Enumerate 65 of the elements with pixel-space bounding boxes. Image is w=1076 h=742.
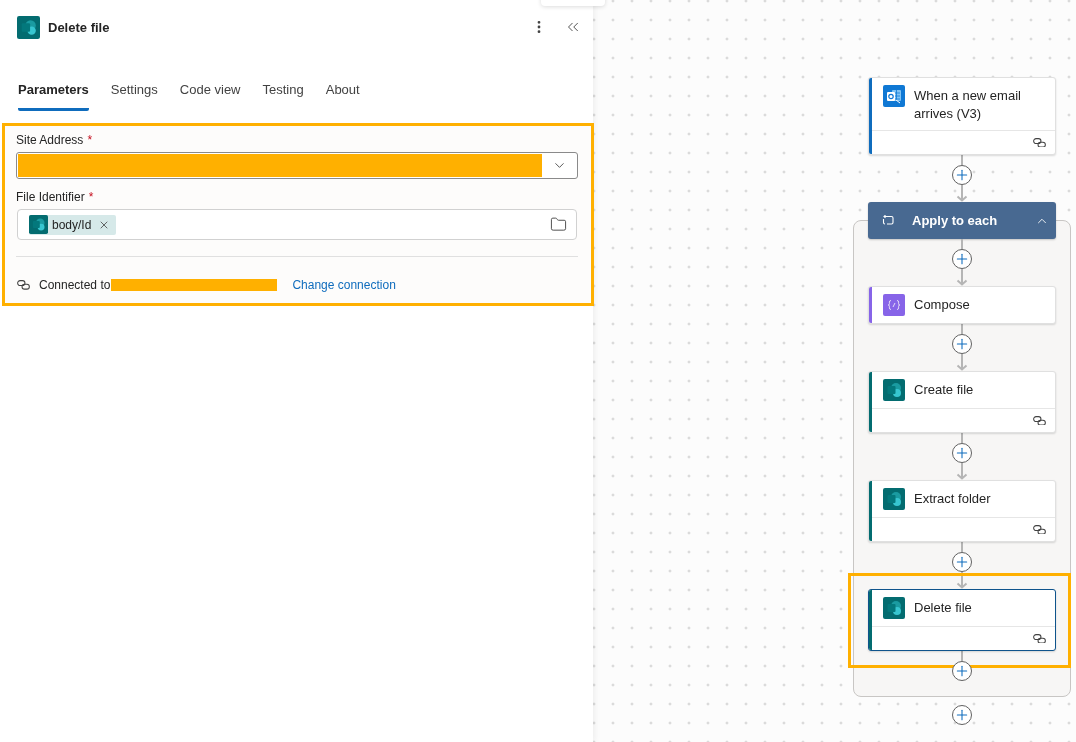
connector-line [961, 542, 963, 552]
plus-icon [954, 336, 970, 352]
connector-line [961, 155, 963, 165]
add-step-button[interactable] [952, 552, 972, 572]
required-mark: * [87, 132, 93, 148]
connector-line [961, 651, 963, 661]
add-step-button[interactable] [952, 705, 972, 725]
add-step-button[interactable] [952, 165, 972, 185]
tab[interactable]: Parameters [18, 80, 89, 111]
action-card[interactable]: When a new email arrives (V3) [868, 77, 1056, 155]
token-input-field[interactable]: body/Id [17, 209, 577, 240]
plus-icon [954, 707, 970, 723]
token-label: body/Id [52, 217, 92, 232]
plus-icon [954, 251, 970, 267]
connector-arrow [956, 185, 968, 202]
card-title: When a new email arrives (V3) [914, 87, 1022, 123]
field-label: File Identifier [16, 189, 85, 205]
action-card[interactable]: Delete file [868, 589, 1056, 651]
card-title: Extract folder [914, 490, 991, 508]
add-step-button[interactable] [952, 443, 972, 463]
card-title: Compose [914, 296, 970, 314]
connector-arrow [956, 269, 968, 286]
mail-logo-icon [883, 85, 905, 107]
connection-label: Connected to [39, 278, 111, 292]
folder-icon [549, 216, 567, 233]
connector-line [961, 324, 963, 334]
link-icon [1033, 524, 1046, 535]
link-icon [1033, 137, 1046, 148]
field-label: Site Address [16, 132, 84, 148]
plus-icon [954, 554, 970, 570]
plus-icon [954, 167, 970, 183]
tab[interactable]: Testing [262, 80, 304, 111]
logo-icon [883, 488, 905, 510]
connector-line [961, 239, 963, 249]
plus-icon [954, 663, 970, 679]
logo-icon [17, 15, 40, 39]
change-connection-link[interactable]: Change connection [292, 278, 396, 292]
connector-arrow [956, 354, 968, 371]
required-mark: * [88, 189, 94, 205]
add-step-button[interactable] [952, 249, 972, 269]
add-step-button[interactable] [952, 661, 972, 681]
add-step-button[interactable] [952, 334, 972, 354]
panel-title: Delete file [48, 18, 111, 37]
tab[interactable]: Code view [179, 80, 241, 111]
connector-arrow [956, 463, 968, 480]
logo-icon [29, 215, 48, 234]
action-card[interactable]: Create file [868, 371, 1056, 433]
logo-icon [883, 597, 905, 619]
link-icon [1033, 415, 1046, 426]
dropdown-field[interactable] [16, 152, 578, 179]
card-title: Create file [914, 381, 974, 399]
action-card[interactable]: Extract folder [868, 480, 1056, 542]
connector-arrow [956, 572, 968, 589]
link-icon [1033, 633, 1046, 644]
tab[interactable]: Settings [110, 80, 158, 111]
link-icon [17, 280, 30, 290]
tab[interactable]: About [325, 80, 360, 111]
logo-icon [883, 379, 905, 401]
loop-icon [881, 215, 894, 226]
plus-icon [954, 445, 970, 461]
card-title: Delete file [914, 599, 972, 617]
connector-line [961, 433, 963, 443]
action-card[interactable]: Compose [868, 286, 1056, 324]
braces-icon [883, 294, 905, 316]
loop-header[interactable]: Apply to each [868, 202, 1056, 239]
